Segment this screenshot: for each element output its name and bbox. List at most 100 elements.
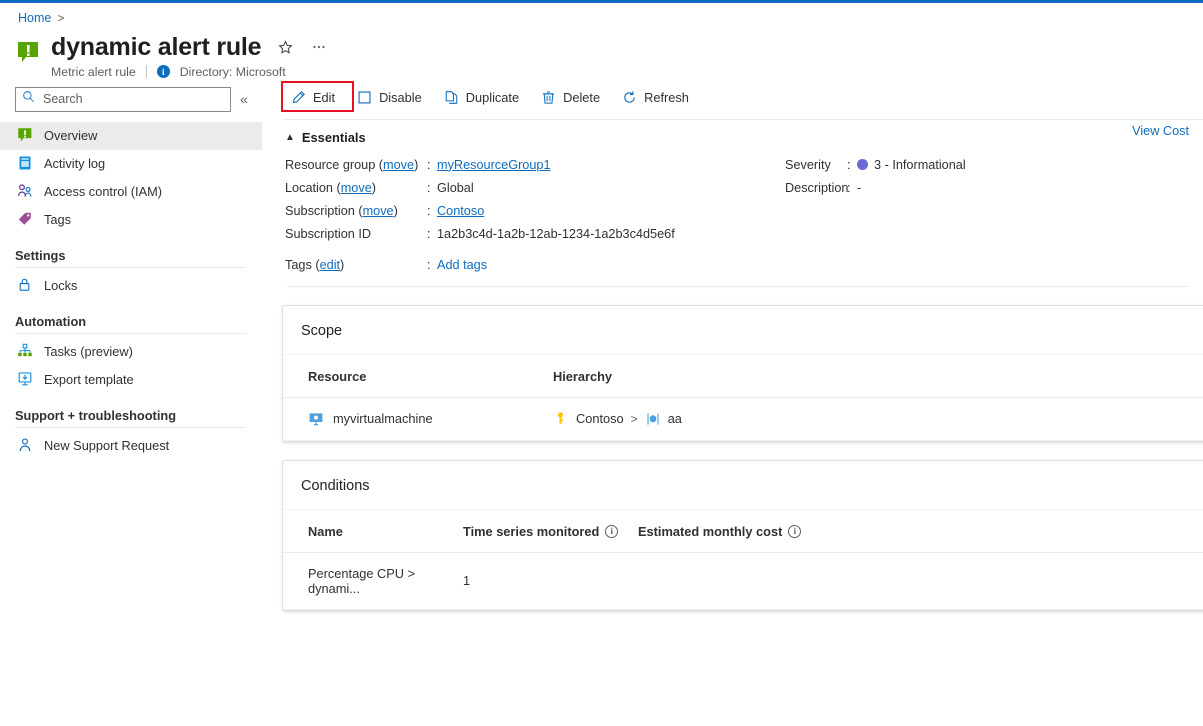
essentials-right-column: Severity : 3 - Informational Description…: [785, 157, 966, 243]
trash-icon: [541, 90, 556, 105]
virtual-machine-icon: [308, 411, 324, 427]
table-row[interactable]: Percentage CPU > dynami... 1: [283, 552, 1203, 609]
delete-button-label: Delete: [563, 90, 600, 105]
sidebar-item-label: Tasks (preview): [44, 344, 133, 359]
sidebar-item-label: New Support Request: [44, 438, 169, 453]
move-link[interactable]: move: [341, 181, 372, 195]
essentials-row-location: Location (move) : Global: [285, 180, 785, 197]
support-request-icon: [17, 437, 34, 454]
sidebar-group-settings: Settings: [0, 234, 263, 267]
sidebar-item-access-control[interactable]: Access control (IAM): [0, 178, 262, 206]
essentials-row-resource-group: Resource group (move) : myResourceGroup1: [285, 157, 785, 174]
info-icon[interactable]: i: [157, 65, 170, 78]
hierarchy-separator: >: [631, 412, 638, 426]
essentials-label: Resource group (move): [285, 157, 427, 174]
edit-button[interactable]: Edit: [281, 85, 345, 110]
conditions-table: Name Time series monitoredi Estimated mo…: [283, 510, 1203, 610]
sidebar-group-divider: [15, 427, 246, 428]
breadcrumb-home[interactable]: Home: [18, 11, 51, 25]
directory-label: Directory: Microsoft: [180, 65, 286, 79]
view-cost-link[interactable]: View Cost: [1132, 124, 1189, 138]
conditions-column-estimated-cost: Estimated monthly costi: [638, 510, 1203, 553]
essentials-separator: :: [427, 180, 437, 197]
duplicate-button-label: Duplicate: [466, 90, 519, 105]
refresh-button-label: Refresh: [644, 90, 689, 105]
info-icon[interactable]: i: [788, 525, 801, 538]
sidebar-item-tasks[interactable]: Tasks (preview): [0, 338, 262, 366]
ellipsis-icon[interactable]: [309, 37, 329, 57]
activity-log-icon: [17, 155, 34, 172]
essentials-label: Severity: [785, 157, 847, 174]
command-toolbar: Edit Disable Duplicate: [281, 81, 1203, 115]
conditions-card: Conditions Name Time series monitoredi E…: [282, 460, 1203, 611]
scope-table: Resource Hierarchy: [283, 355, 1203, 441]
scope-subscription-name: Contoso: [576, 411, 624, 426]
chevron-up-icon: ▲: [285, 132, 295, 143]
info-icon[interactable]: i: [605, 525, 618, 538]
conditions-card-title: Conditions: [283, 461, 1203, 510]
essentials-separator: :: [427, 203, 437, 220]
sidebar-item-label: Activity log: [44, 156, 105, 171]
essentials-grid: Resource group (move) : myResourceGroup1…: [285, 157, 1203, 243]
sidebar-group-divider: [15, 267, 246, 268]
key-icon: [553, 411, 569, 427]
star-icon[interactable]: [275, 37, 295, 57]
edit-tags-link[interactable]: edit: [320, 258, 340, 272]
scope-resource-group-name: aa: [668, 411, 682, 426]
search-input[interactable]: [41, 91, 224, 107]
essentials-label: Subscription ID: [285, 226, 427, 243]
essentials-value: Global: [437, 180, 474, 197]
essentials-separator: :: [847, 180, 857, 197]
condition-time-series-cell: 1: [463, 552, 638, 609]
essentials-row-tags: Tags (edit) : Add tags: [285, 257, 1203, 274]
essentials-value: 1a2b3c4d-1a2b-12ab-1234-1a2b3c4d5e6f: [437, 226, 675, 243]
sidebar-item-locks[interactable]: Locks: [0, 272, 262, 300]
sidebar-item-label: Access control (IAM): [44, 184, 162, 199]
move-link[interactable]: move: [363, 204, 394, 218]
chevron-double-left-icon[interactable]: «: [231, 91, 257, 107]
essentials-label: Tags (edit): [285, 257, 427, 274]
refresh-icon: [622, 90, 637, 105]
essentials-value[interactable]: Contoso: [437, 203, 484, 220]
sidebar-item-activity-log[interactable]: Activity log: [0, 150, 262, 178]
essentials-row-description: Description : -: [785, 180, 966, 197]
delete-button[interactable]: Delete: [531, 85, 610, 110]
severity-value: 3 - Informational: [857, 157, 966, 174]
essentials-row-subscription-id: Subscription ID : 1a2b3c4d-1a2b-12ab-123…: [285, 226, 785, 243]
sidebar-item-label: Locks: [44, 278, 77, 293]
essentials-section: ▲ Essentials View Cost Resource group (m…: [281, 120, 1203, 287]
table-row[interactable]: myvirtualmachine: [283, 397, 1203, 440]
severity-dot-icon: [857, 159, 868, 170]
essentials-value[interactable]: myResourceGroup1: [437, 157, 551, 174]
sidebar-item-tags[interactable]: Tags: [0, 206, 262, 234]
essentials-label: Subscription (move): [285, 203, 427, 220]
breadcrumb-separator: >: [57, 11, 64, 25]
sidebar-item-label: Overview: [44, 128, 97, 143]
alert-rule-icon: [17, 127, 34, 144]
scope-column-hierarchy: Hierarchy: [553, 355, 1203, 398]
essentials-separator: :: [847, 157, 857, 174]
page-header: dynamic alert rule Metric alert rule i D…: [0, 25, 1203, 79]
sidebar-item-new-support-request[interactable]: New Support Request: [0, 432, 262, 460]
scope-resource-cell: myvirtualmachine: [283, 397, 553, 440]
main-content: Edit Disable Duplicate: [263, 79, 1203, 679]
sidebar-group-support: Support + troubleshooting: [0, 394, 263, 427]
disable-button[interactable]: Disable: [347, 85, 432, 110]
sidebar-group-automation: Automation: [0, 300, 263, 333]
essentials-left-column: Resource group (move) : myResourceGroup1…: [285, 157, 785, 243]
tasks-icon: [17, 343, 34, 360]
add-tags-link[interactable]: Add tags: [437, 257, 487, 274]
sidebar: « Overview: [0, 79, 263, 679]
sidebar-search-row: «: [0, 87, 263, 112]
lock-icon: [17, 277, 34, 294]
sidebar-item-overview[interactable]: Overview: [0, 122, 262, 150]
refresh-button[interactable]: Refresh: [612, 85, 699, 110]
duplicate-button[interactable]: Duplicate: [434, 85, 529, 110]
sidebar-item-export-template[interactable]: Export template: [0, 366, 262, 394]
essentials-header[interactable]: ▲ Essentials: [285, 130, 1203, 145]
condition-cost-cell: [638, 552, 1203, 609]
move-link[interactable]: move: [383, 158, 414, 172]
breadcrumb: Home >: [0, 3, 1203, 25]
search-box[interactable]: [15, 87, 231, 112]
metric-alert-rule-icon: [16, 40, 42, 66]
